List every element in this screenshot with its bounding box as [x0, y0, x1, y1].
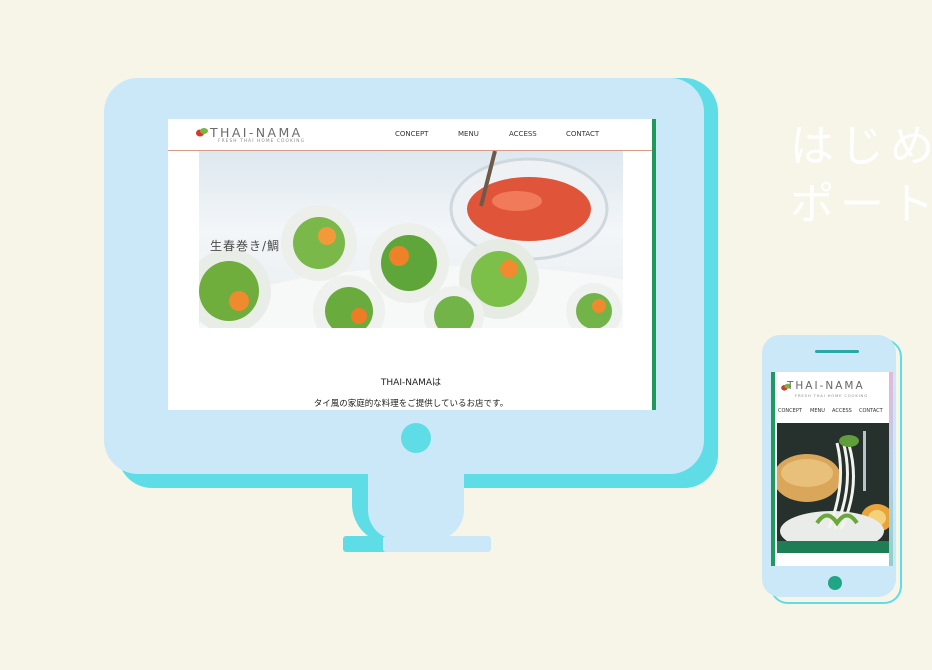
mobile-logo-subtitle: FRESH THAI HOME COOKING — [795, 393, 868, 398]
nav-concept[interactable]: CONCEPT — [395, 130, 428, 138]
side-heading-line-2: ポート — [790, 179, 932, 230]
side-heading-text: はじめ ポート — [790, 118, 932, 234]
intro-title: THAI-NAMAは — [380, 378, 442, 388]
nav-menu[interactable]: MENU — [458, 130, 479, 138]
hero-caption: 生春巻き/鯛 — [210, 239, 281, 253]
logo-subtitle: FRESH THAI HOME COOKING — [218, 139, 306, 144]
mobile-screen-edge-right — [889, 372, 893, 566]
site-header: THAI-NAMA FRESH THAI HOME COOKING CONCEP… — [168, 119, 654, 151]
logo-title: THAI-NAMA — [210, 125, 303, 140]
intro-text: タイ風の家庭的な料理をご提供しているお店です。 — [313, 399, 509, 409]
nav-contact[interactable]: CONTACT — [566, 130, 599, 138]
noodle-dish-photo — [777, 423, 889, 553]
phone-home-button — [828, 576, 842, 590]
leaf-logo-icon — [196, 128, 208, 137]
nav-access[interactable]: ACCESS — [509, 130, 537, 138]
monitor-power-button — [401, 423, 431, 453]
mobile-nav-access[interactable]: ACCESS — [832, 408, 852, 414]
mobile-screen: THAI-NAMA FRESH THAI HOME COOKING CONCEP… — [771, 372, 893, 566]
monitor-base — [383, 536, 491, 552]
side-heading-line-1: はじめ — [790, 121, 932, 172]
hero-image: 生春巻き/鯛 — [199, 151, 623, 328]
desktop-screen: THAI-NAMA FRESH THAI HOME COOKING CONCEP… — [168, 119, 656, 410]
mobile-logo-title[interactable]: THAI-NAMA — [787, 380, 865, 392]
mobile-hero-image — [777, 423, 889, 553]
monitor-stand — [368, 474, 464, 540]
phone-speaker — [815, 350, 859, 353]
mobile-nav-menu[interactable]: MENU — [810, 408, 825, 414]
mobile-nav-concept[interactable]: CONCEPT — [778, 408, 802, 414]
screen-edge-decoration — [652, 119, 656, 410]
mobile-screen-edge-left — [771, 372, 775, 566]
mobile-nav-contact[interactable]: CONTACT — [859, 408, 883, 414]
